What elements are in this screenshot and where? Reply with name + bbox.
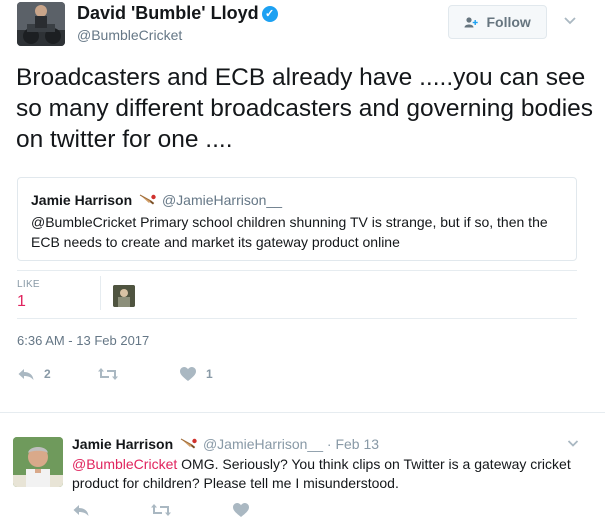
liker-avatar[interactable] xyxy=(113,285,135,307)
reply-icon xyxy=(18,369,34,380)
cricket-bat-icon xyxy=(179,437,197,454)
author-avatar[interactable] xyxy=(17,2,65,46)
tweet-timestamp[interactable]: 6:36 AM - 13 Feb 2017 xyxy=(17,333,149,348)
reply-separator: · xyxy=(326,436,332,452)
retweet-icon xyxy=(151,504,171,516)
reply-action[interactable]: 2 xyxy=(17,366,51,382)
heart-icon xyxy=(233,503,249,517)
reply-author-handle[interactable]: @JamieHarrison__ xyxy=(203,436,323,452)
reply-icon xyxy=(73,505,89,516)
like-stat-label[interactable]: LIKE xyxy=(17,279,40,290)
follow-button[interactable]: Follow xyxy=(448,5,547,39)
stats-bottom-divider xyxy=(17,318,577,319)
quoted-tweet-text: @BumbleCricket Primary school children s… xyxy=(31,214,548,250)
tweet-text: Broadcasters and ECB already have .....y… xyxy=(16,64,594,153)
retweet-action[interactable] xyxy=(97,366,128,382)
reply-author-avatar[interactable] xyxy=(13,437,63,487)
chevron-down-icon[interactable] xyxy=(562,12,578,28)
verified-badge-icon: ✓ xyxy=(261,6,278,22)
like-action-count: 1 xyxy=(206,367,213,381)
author-display-name[interactable]: David 'Bumble' Lloyd ✓ xyxy=(77,3,278,24)
retweet-icon xyxy=(98,368,118,380)
quoted-tweet[interactable]: Jamie Harrison @JamieHarrison__ @BumbleC… xyxy=(17,177,577,261)
tweet-header: David 'Bumble' Lloyd ✓ @BumbleCricket Fol… xyxy=(0,0,605,50)
author-name-text[interactable]: David 'Bumble' Lloyd xyxy=(77,3,259,23)
reply-count: 2 xyxy=(44,367,51,381)
reply-text: @BumbleCricket OMG. Seriously? You think… xyxy=(72,455,592,493)
stats-separator xyxy=(100,276,101,310)
reply-like-action[interactable] xyxy=(232,502,250,518)
quoted-author-name: Jamie Harrison xyxy=(31,192,133,208)
cricket-bat-icon xyxy=(138,193,156,210)
add-user-icon xyxy=(464,16,481,30)
author-username[interactable]: @BumbleCricket xyxy=(77,27,182,43)
stats-top-divider xyxy=(17,270,577,271)
follow-label: Follow xyxy=(486,14,531,30)
reply-chevron-down-icon[interactable] xyxy=(566,436,580,450)
reply-mention-link[interactable]: @BumbleCricket xyxy=(72,456,177,472)
quoted-author-handle: @JamieHarrison__ xyxy=(161,192,282,208)
reply-retweet-action[interactable] xyxy=(150,502,172,518)
heart-icon xyxy=(180,367,196,381)
reply-author: Jamie Harrison @JamieHarrison__ · Feb 13 xyxy=(72,436,379,454)
quoted-tweet-author: Jamie Harrison @JamieHarrison__ xyxy=(31,192,282,210)
like-action[interactable]: 1 xyxy=(179,366,213,382)
like-stat-count[interactable]: 1 xyxy=(17,293,26,311)
reply-reply-action[interactable] xyxy=(72,502,90,518)
reply-timestamp[interactable]: Feb 13 xyxy=(335,436,379,452)
reply-author-name[interactable]: Jamie Harrison xyxy=(72,436,173,452)
